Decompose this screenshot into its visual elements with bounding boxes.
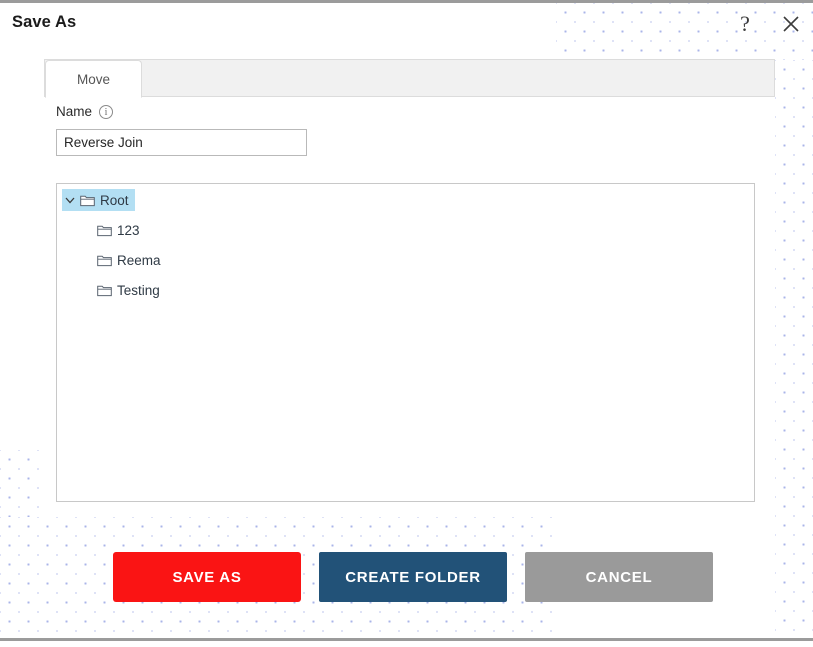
tree-node-label: 123 xyxy=(117,222,140,238)
name-field-label-row: Name i xyxy=(56,104,114,119)
bottom-divider xyxy=(0,638,813,641)
help-icon[interactable]: ? xyxy=(732,11,758,37)
close-icon[interactable] xyxy=(778,11,804,37)
tree-node-label: Root xyxy=(100,192,129,208)
create-folder-button[interactable]: CREATE FOLDER xyxy=(319,552,507,602)
tab-move-label: Move xyxy=(76,71,110,87)
name-input[interactable] xyxy=(56,129,307,156)
info-icon[interactable]: i xyxy=(99,104,114,119)
folder-icon xyxy=(95,254,113,267)
cancel-button[interactable]: CANCEL xyxy=(525,552,713,602)
tree-node-123[interactable]: 123 xyxy=(95,219,146,241)
save-as-dialog: Save As ? Move Name i Reverse Join Root … xyxy=(0,0,813,647)
chevron-down-icon[interactable] xyxy=(62,194,78,206)
close-glyph xyxy=(783,16,799,32)
chevron-down-glyph xyxy=(65,197,75,204)
tree-node-root[interactable]: Root xyxy=(62,189,135,211)
dot-pattern-background xyxy=(775,60,813,638)
name-label: Name xyxy=(56,104,93,119)
folder-glyph xyxy=(79,195,95,206)
folder-glyph xyxy=(96,285,112,296)
page-title: Save As xyxy=(12,13,77,31)
tree-node-testing[interactable]: Testing xyxy=(95,279,166,301)
dot-pattern-background xyxy=(556,3,813,60)
folder-tree-panel[interactable]: Root 123 Reema Testing xyxy=(56,183,755,502)
tab-bar: Move xyxy=(44,59,775,98)
tree-node-reema[interactable]: Reema xyxy=(95,249,167,271)
tree-node-label: Testing xyxy=(117,282,160,298)
folder-glyph xyxy=(96,255,112,266)
folder-icon xyxy=(95,224,113,237)
dialog-action-bar: SAVE AS CREATE FOLDER CANCEL xyxy=(113,552,713,602)
tree-node-label: Reema xyxy=(117,252,161,268)
folder-icon xyxy=(78,194,96,207)
dialog-content-panel: Move Name i Root xyxy=(44,59,775,517)
tab-move[interactable]: Move xyxy=(45,60,142,98)
save-as-button[interactable]: SAVE AS xyxy=(113,552,301,602)
question-mark-glyph: ? xyxy=(740,11,750,36)
folder-glyph xyxy=(96,225,112,236)
folder-icon xyxy=(95,284,113,297)
